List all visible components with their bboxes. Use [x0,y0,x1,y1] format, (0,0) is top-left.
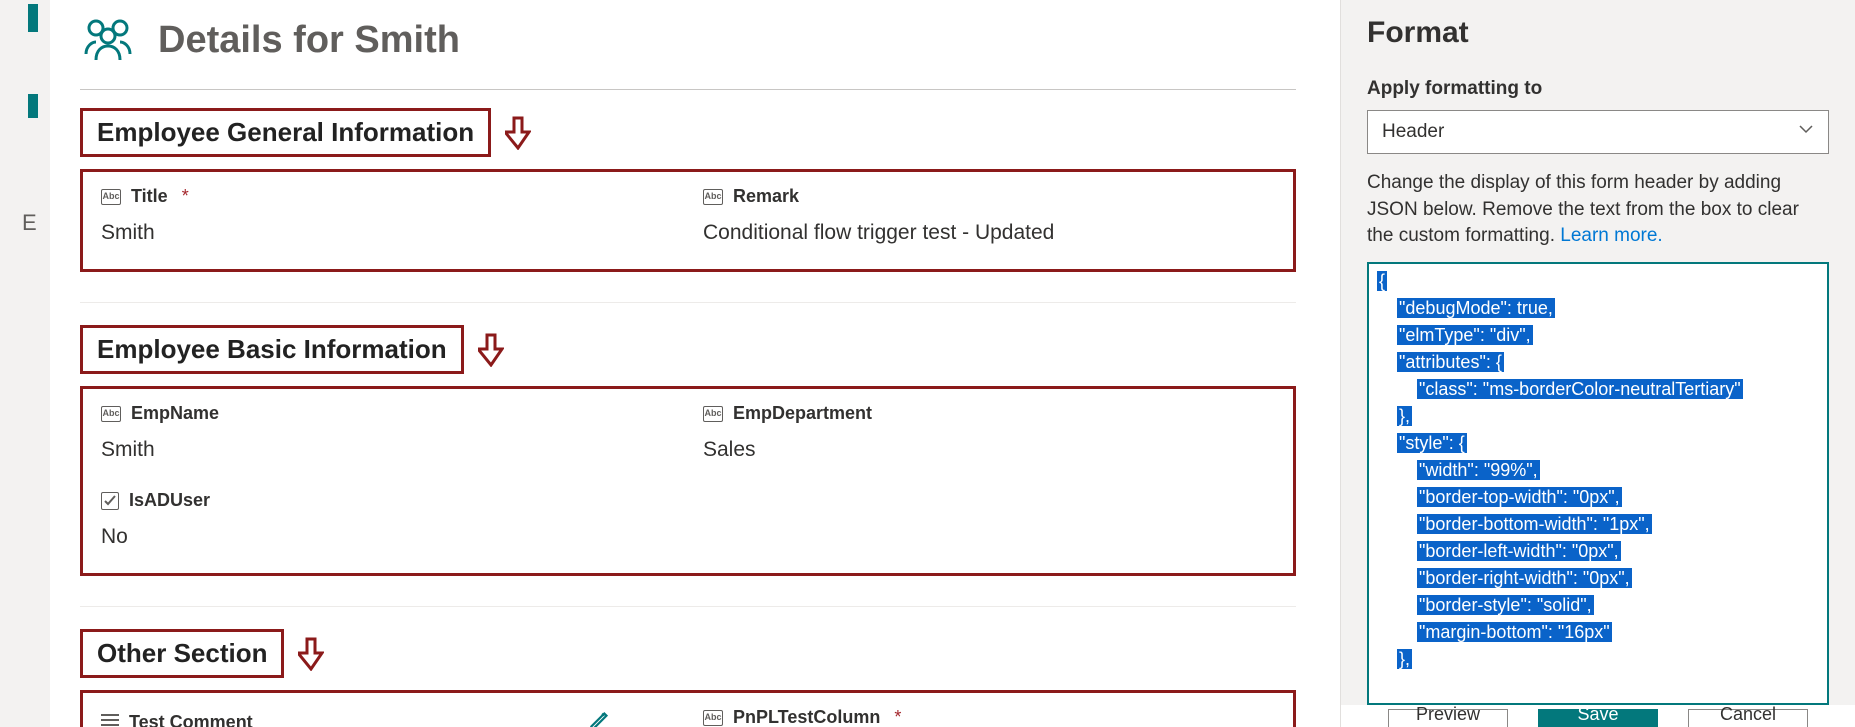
section-divider [80,606,1296,607]
field-label: PnPLTestColumn [733,707,880,727]
field-label: Remark [733,186,799,207]
rail-marker-mid [28,94,38,118]
apply-formatting-select[interactable]: Header [1367,110,1829,154]
arrow-down-icon [478,333,504,367]
format-title: Format [1367,16,1829,50]
learn-more-link[interactable]: Learn more. [1560,225,1662,246]
required-star: * [182,186,189,207]
apply-formatting-value: Header [1382,121,1444,143]
text-field-icon: Abc [703,189,723,205]
field-value: Smith [101,221,673,245]
details-panel: Details for Smith Employee General Infor… [50,0,1340,727]
field-empdepartment[interactable]: Abc EmpDepartment Sales [703,403,1275,462]
left-rail: E [0,0,50,727]
field-empname[interactable]: Abc EmpName Smith [101,403,673,462]
panel-header: Details for Smith [80,4,1296,89]
section-block-basic: Abc EmpName Smith Abc EmpDepartment Sale… [80,386,1296,576]
page-title: Details for Smith [158,19,460,62]
format-button-row: Preview Save Cancel [1341,705,1855,727]
field-pnpltestcolumn[interactable]: Abc PnPLTestColumn * Test Value [703,707,1275,727]
section-heading-general: Employee General Information [80,108,491,157]
header-divider [80,89,1296,90]
text-field-icon: Abc [101,189,121,205]
field-value: Smith [101,438,673,462]
field-value: No [101,525,673,549]
rail-clipped-label: E [22,210,37,236]
section-block-general: Abc Title * Smith Abc Remark Conditional… [80,169,1296,272]
preview-button[interactable]: Preview [1388,709,1508,727]
arrow-down-icon [505,116,531,150]
required-star: * [894,707,901,727]
field-remark[interactable]: Abc Remark Conditional flow trigger test… [703,186,1275,245]
apply-formatting-label: Apply formatting to [1367,78,1829,100]
chevron-down-icon [1798,121,1814,143]
field-label: Test Comment [129,712,253,727]
section-heading-basic: Employee Basic Information [80,325,464,374]
cancel-button[interactable]: Cancel [1688,709,1808,727]
field-label: EmpName [131,403,219,424]
section-heading-other: Other Section [80,629,284,678]
field-value: Conditional flow trigger test - Updated [703,221,1275,245]
arrow-down-icon [298,637,324,671]
text-field-icon: Abc [101,406,121,422]
multiline-field-icon [101,714,119,727]
field-label: Title [131,186,168,207]
format-panel: Format Apply formatting to Header Change… [1340,0,1855,727]
rail-marker-top [28,4,38,32]
field-value: Sales [703,438,1275,462]
checkbox-field-icon [101,492,119,510]
save-button[interactable]: Save [1538,709,1658,727]
field-title[interactable]: Abc Title * Smith [101,186,673,245]
section-divider [80,302,1296,303]
edit-icon[interactable] [587,707,613,727]
field-test-comment[interactable]: Test Comment Global SharePoint Diary (12… [101,707,673,727]
section-block-other: Test Comment Global SharePoint Diary (12… [80,690,1296,727]
json-editor[interactable]: { "debugMode": true, "elmType": "div", "… [1367,262,1829,705]
format-help-text: Change the display of this form header b… [1367,170,1829,250]
text-field-icon: Abc [703,710,723,726]
text-field-icon: Abc [703,406,723,422]
field-label: IsADUser [129,490,210,511]
people-icon [80,14,136,67]
field-isaduser[interactable]: IsADUser No [101,490,673,549]
field-label: EmpDepartment [733,403,872,424]
